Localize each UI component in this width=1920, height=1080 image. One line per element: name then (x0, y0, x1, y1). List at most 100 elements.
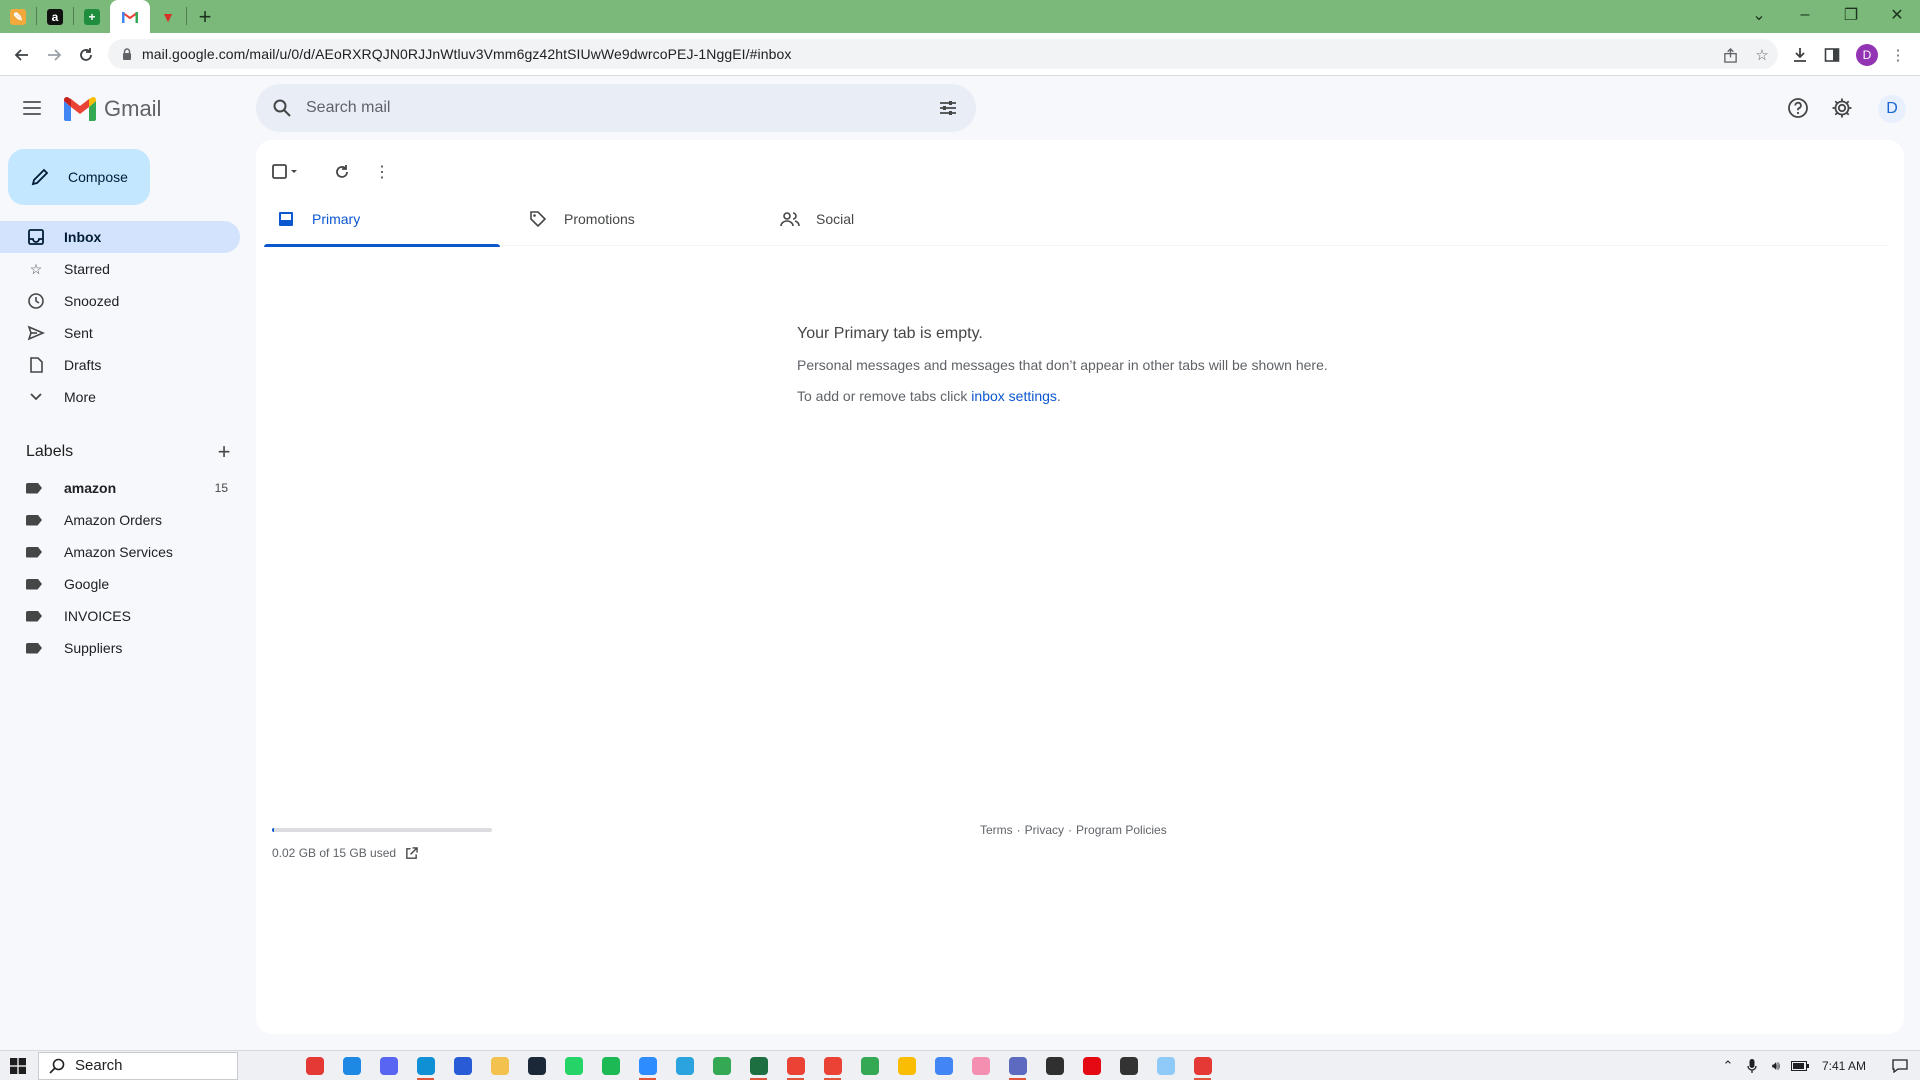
label-tag-icon (26, 642, 42, 654)
create-label-plus-icon[interactable]: + (212, 439, 236, 465)
sidebar-item-sent[interactable]: Sent (0, 317, 240, 349)
label-item-invoices[interactable]: INVOICES (0, 600, 240, 632)
taskbar-app-button[interactable] (370, 1051, 407, 1080)
browser-tab[interactable]: + (74, 0, 110, 33)
privacy-link[interactable]: Privacy (1025, 823, 1064, 837)
account-avatar[interactable]: D (1878, 95, 1906, 123)
taskbar-app-button[interactable] (296, 1051, 333, 1080)
label-item-amazon-services[interactable]: Amazon Services (0, 536, 240, 568)
taskbar-app-button[interactable] (962, 1051, 999, 1080)
browser-tab[interactable]: a (37, 0, 73, 33)
pencil-icon (28, 165, 52, 189)
taskbar-search-box[interactable]: Search (38, 1051, 238, 1080)
battery-icon[interactable] (1788, 1051, 1812, 1080)
back-arrow-icon[interactable] (8, 41, 36, 69)
compose-button[interactable]: Compose (8, 149, 150, 205)
taskbar-app-button[interactable] (518, 1051, 555, 1080)
taskbar-app-button[interactable] (851, 1051, 888, 1080)
windows-start-icon[interactable] (0, 1051, 36, 1080)
taskbar-app-button[interactable] (925, 1051, 962, 1080)
search-icon[interactable] (270, 96, 294, 120)
sidebar-item-drafts[interactable]: Drafts (0, 349, 240, 381)
taskbar-app-button[interactable] (1073, 1051, 1110, 1080)
browser-profile-avatar[interactable]: D (1856, 44, 1878, 66)
show-hidden-icons-chevron-icon[interactable]: ⌃ (1716, 1051, 1740, 1080)
help-icon[interactable] (1782, 92, 1814, 124)
sidebar-item-snoozed[interactable]: Snoozed (0, 285, 240, 317)
taskbar-app-button[interactable] (1036, 1051, 1073, 1080)
volume-icon[interactable]: 🔊︎ (1764, 1051, 1788, 1080)
search-input[interactable] (306, 99, 906, 117)
taskbar-app-button[interactable] (703, 1051, 740, 1080)
taskbar-app-button[interactable] (629, 1051, 666, 1080)
footer-links: Terms · Privacy · Program Policies (980, 823, 1167, 837)
tab-social[interactable]: Social (768, 192, 1004, 246)
sidebar-item-starred[interactable]: ☆ Starred (0, 253, 240, 285)
taskbar-app-button[interactable] (555, 1051, 592, 1080)
minimize-button[interactable]: – (1782, 0, 1828, 30)
select-all-checkbox[interactable] (266, 156, 306, 188)
browser-menu-icon[interactable]: ⋮ (1888, 45, 1908, 65)
sidebar-item-inbox[interactable]: Inbox (0, 221, 240, 253)
address-bar[interactable]: mail.google.com/mail/u/0/d/AEoRXRQJN0RJJ… (108, 39, 1778, 69)
forward-arrow-icon[interactable] (40, 41, 68, 69)
download-icon[interactable] (1790, 45, 1810, 65)
label-item-amazon[interactable]: amazon 15 (0, 472, 240, 504)
inbox-settings-link[interactable]: inbox settings (971, 388, 1057, 404)
settings-gear-icon[interactable] (1826, 92, 1858, 124)
taskbar-app-button[interactable] (592, 1051, 629, 1080)
label-item-suppliers[interactable]: Suppliers (0, 632, 240, 664)
label-name: Amazon Orders (64, 512, 163, 528)
label-tag-icon (26, 514, 42, 526)
close-window-button[interactable]: ✕ (1874, 0, 1920, 30)
search-options-icon[interactable] (936, 96, 960, 120)
sidebar-item-more[interactable]: More (0, 381, 240, 413)
taskbar-search-label: Search (75, 1057, 123, 1074)
restore-button[interactable]: ❐ (1828, 0, 1874, 30)
terms-link[interactable]: Terms (980, 823, 1013, 837)
microphone-icon[interactable] (1740, 1051, 1764, 1080)
tab-primary[interactable]: Primary (264, 192, 500, 247)
search-icon (49, 1058, 65, 1074)
taskbar-app-button[interactable] (1184, 1051, 1221, 1080)
new-tab-button[interactable]: + (187, 0, 223, 33)
label-item-google[interactable]: Google (0, 568, 240, 600)
taskbar-app-button[interactable] (888, 1051, 925, 1080)
bookmark-star-icon[interactable]: ☆ (1752, 45, 1772, 65)
main-menu-icon[interactable] (20, 96, 44, 120)
taskbar-app-button[interactable] (1110, 1051, 1147, 1080)
taskbar-app-button[interactable] (1147, 1051, 1184, 1080)
external-link-icon[interactable] (404, 846, 418, 860)
taskbar-app-button[interactable] (740, 1051, 777, 1080)
label-unread-count: 15 (214, 481, 228, 495)
share-icon[interactable] (1720, 45, 1740, 65)
terminal-app-icon (1119, 1056, 1138, 1075)
refresh-icon[interactable] (326, 156, 358, 188)
browser-tab[interactable]: ▼ (150, 0, 186, 33)
side-panel-icon[interactable] (1822, 45, 1842, 65)
notifications-icon[interactable] (1888, 1051, 1912, 1080)
taskbar-clock[interactable]: 7:41 AM (1822, 1059, 1866, 1073)
taskbar-app-button[interactable] (999, 1051, 1036, 1080)
label-item-amazon-orders[interactable]: Amazon Orders (0, 504, 240, 536)
taskbar-app-button[interactable] (407, 1051, 444, 1080)
browser-tab[interactable]: ✎ (0, 0, 36, 33)
taskbar-app-button[interactable] (481, 1051, 518, 1080)
program-policies-link[interactable]: Program Policies (1076, 823, 1167, 837)
more-options-icon[interactable]: ⋮ (366, 156, 398, 188)
plus-app-favicon-icon: + (84, 8, 100, 25)
gmail-logo[interactable]: Gmail (64, 96, 161, 122)
tab-promotions[interactable]: Promotions (516, 192, 752, 246)
taskbar-app-button[interactable] (814, 1051, 851, 1080)
taskbar-app-button[interactable] (444, 1051, 481, 1080)
taskbar-app-button[interactable] (666, 1051, 703, 1080)
taskbar-app-button[interactable] (777, 1051, 814, 1080)
taskbar-app-button[interactable] (333, 1051, 370, 1080)
search-bar[interactable] (256, 84, 976, 132)
app-name: Gmail (104, 96, 162, 121)
reload-icon[interactable] (72, 41, 100, 69)
tab-search-chevron-icon[interactable]: ⌄ (1736, 0, 1782, 30)
browser-tab-active-gmail[interactable] (110, 0, 150, 33)
empty-state: Your Primary tab is empty. Personal mess… (797, 325, 1497, 404)
sidebar-item-label: Starred (64, 261, 110, 277)
